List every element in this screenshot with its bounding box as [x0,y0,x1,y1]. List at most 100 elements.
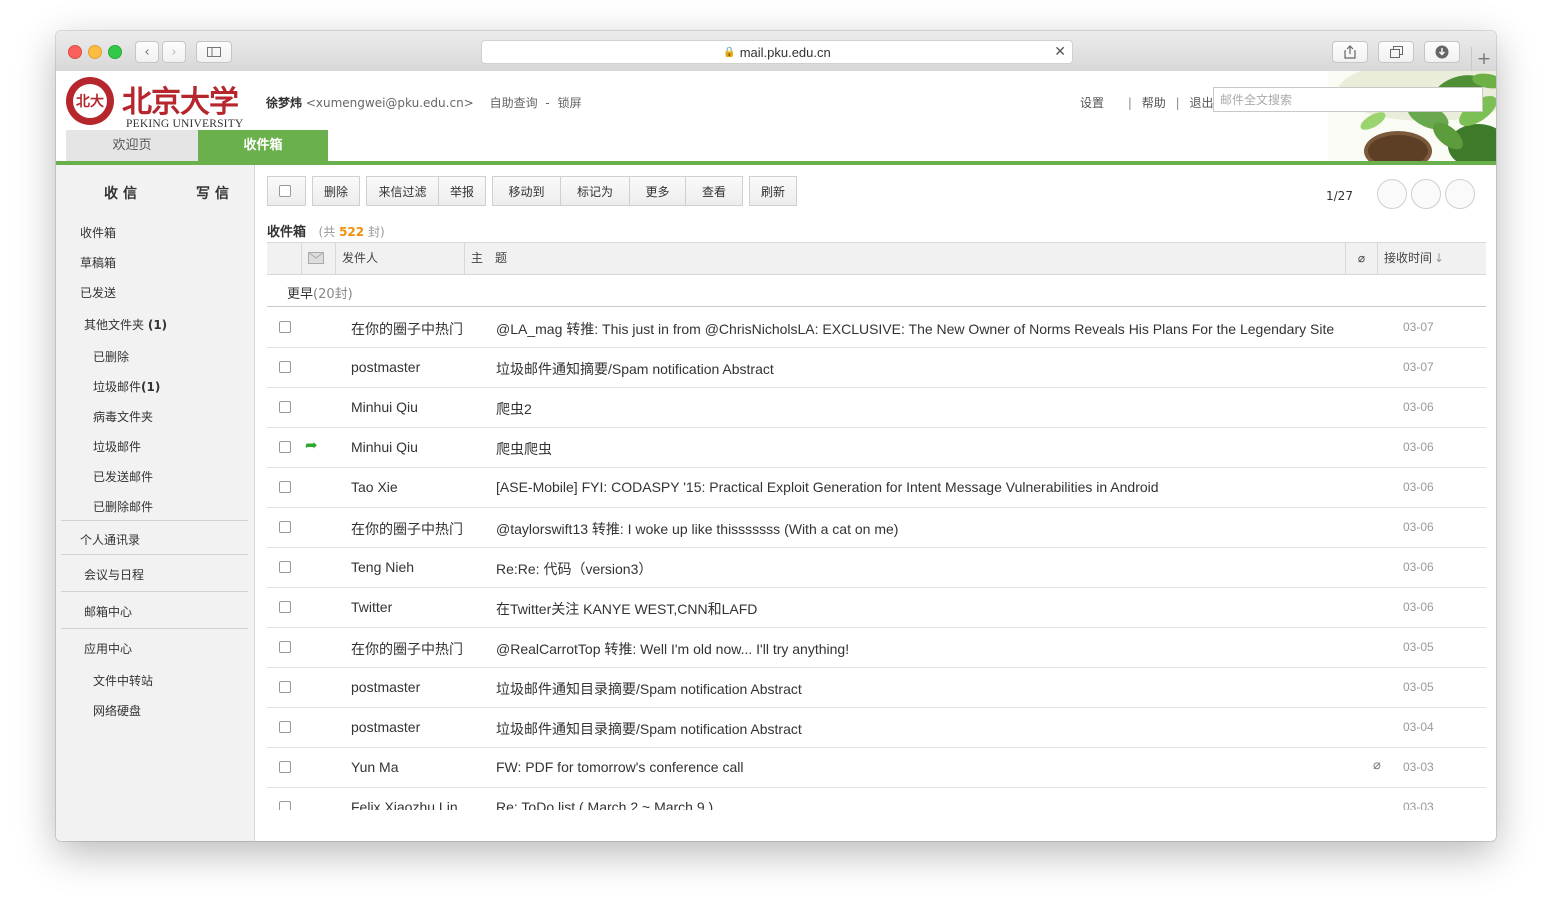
sidebar-item-mail-center[interactable]: 邮箱中心 [84,603,132,620]
subject[interactable]: @LA_mag 转推: This just in from @ChrisNich… [496,319,1334,339]
sidebar-item-drafts[interactable]: 草稿箱 [80,254,116,271]
sidebar-toggle-button[interactable] [196,41,232,63]
filter-button[interactable]: 来信过滤 [366,176,439,206]
row-checkbox[interactable] [279,521,291,533]
table-row[interactable]: postmaster 垃圾邮件通知摘要/Spam notification Ab… [267,347,1486,388]
table-row[interactable]: Tao Xie [ASE-Mobile] FYI: CODASPY '15: P… [267,467,1486,508]
compose-button[interactable]: 写信 [196,183,234,203]
row-checkbox[interactable] [279,321,291,333]
subject[interactable]: @taylorswift13 转推: I woke up like thisss… [496,519,898,539]
first-page-button[interactable] [1377,179,1407,209]
sidebar-item-junk[interactable]: 垃圾邮件(1) [93,378,160,395]
sidebar-item-junk-mail[interactable]: 垃圾邮件 [93,438,141,455]
row-checkbox[interactable] [279,681,291,693]
pku-logo[interactable]: 北大 北京大学 PEKING UNIVERSITY [66,77,246,131]
row-checkbox[interactable] [279,721,291,733]
subject[interactable]: 爬虫爬虫 [496,439,552,459]
sidebar-item-other-folders[interactable]: 其他文件夹 (1) [84,316,167,333]
row-checkbox[interactable] [279,401,291,413]
sidebar-item-calendar[interactable]: 会议与日程 [84,566,144,583]
select-all-checkbox[interactable] [267,176,306,206]
sender-column-header[interactable]: 发件人 [335,243,464,274]
table-row[interactable]: ➦ Minhui Qiu 爬虫爬虫 03-06 [267,427,1486,468]
sidebar-item-file-transfer[interactable]: 文件中转站 [93,672,153,689]
row-checkbox[interactable] [279,761,291,773]
subject[interactable]: 垃圾邮件通知目录摘要/Spam notification Abstract [496,679,802,699]
row-checkbox[interactable] [279,801,291,810]
help-link[interactable]: 帮助 [1142,96,1166,110]
mailbox-name: 收件箱 [267,225,307,240]
minimize-window-button[interactable] [88,45,102,59]
tab-welcome[interactable]: 欢迎页 [66,130,198,161]
more-button[interactable]: 更多 [629,176,686,206]
subject[interactable]: @RealCarrotTop 转推: Well I'm old now... I… [496,639,849,659]
report-button[interactable]: 举报 [438,176,486,206]
sidebar-item-sent[interactable]: 已发送 [80,284,116,301]
logout-link[interactable]: 退出 [1189,96,1213,110]
table-row[interactable]: postmaster 垃圾邮件通知目录摘要/Spam notification … [267,707,1486,748]
view-button[interactable]: 查看 [685,176,743,206]
downloads-button[interactable] [1424,41,1460,63]
stop-loading-icon[interactable]: ✕ [1054,43,1066,60]
read-status-column[interactable] [301,243,335,274]
divider [61,591,248,592]
sidebar-item-netdisk[interactable]: 网络硬盘 [93,702,141,719]
row-checkbox[interactable] [279,641,291,653]
sidebar-item-deleted-mail[interactable]: 已删除邮件 [93,498,153,515]
row-checkbox[interactable] [279,441,291,453]
sidebar-item-app-center[interactable]: 应用中心 [84,640,132,657]
fulltext-search-input[interactable]: 邮件全文搜索 [1213,87,1483,112]
row-checkbox[interactable] [279,481,291,493]
back-button[interactable]: ‹ [135,41,159,63]
next-page-button[interactable] [1445,179,1475,209]
sidebar-item-virus[interactable]: 病毒文件夹 [93,408,153,425]
subject[interactable]: [ASE-Mobile] FYI: CODASPY '15: Practical… [496,479,1159,495]
sidebar-item-contacts[interactable]: 个人通讯录 [80,531,140,548]
delete-button[interactable]: 删除 [312,176,360,206]
row-checkbox[interactable] [279,361,291,373]
move-to-button[interactable]: 移动到 [492,176,561,206]
sidebar-item-inbox[interactable]: 收件箱 [80,224,116,241]
sidebar-item-sent-mail[interactable]: 已发送邮件 [93,468,153,485]
attachment-column[interactable]: ⌀ [1345,243,1377,274]
close-window-button[interactable] [68,45,82,59]
subject-column-header[interactable]: 主 题 [464,243,1345,274]
subject[interactable]: 爬虫2 [496,399,532,419]
table-row[interactable]: postmaster 垃圾邮件通知目录摘要/Spam notification … [267,667,1486,708]
table-row[interactable]: Teng Nieh Re:Re: 代码（version3） 03-06 [267,547,1486,588]
prev-page-button[interactable] [1411,179,1441,209]
new-tab-button[interactable]: + [1471,47,1496,71]
forward-button[interactable]: › [162,41,186,63]
receive-button[interactable]: 收信 [104,183,142,203]
refresh-button[interactable]: 刷新 [749,176,797,206]
settings-link[interactable]: 设置 [1080,96,1104,110]
address-bar[interactable]: 🔒 mail.pku.edu.cn ✕ [481,40,1073,64]
self-query-link[interactable]: 自助查询 [490,96,538,110]
received-date: 03-04 [1403,720,1434,734]
table-row[interactable]: 在你的圈子中热门 @LA_mag 转推: This just in from @… [267,307,1486,348]
lock-screen-link[interactable]: 锁屏 [558,96,582,110]
subject[interactable]: Re:Re: 代码（version3） [496,559,652,579]
table-row[interactable]: Minhui Qiu 爬虫2 03-06 [267,387,1486,428]
subject[interactable]: Re: ToDo list ( March 2 ~ March 9 ) [496,799,713,810]
tabs-overview-button[interactable] [1378,41,1414,63]
row-checkbox[interactable] [279,601,291,613]
received-date: 03-06 [1403,440,1434,454]
zoom-window-button[interactable] [108,45,122,59]
subject[interactable]: 在Twitter关注 KANYE WEST,CNN和LAFD [496,599,757,619]
share-button[interactable] [1332,41,1368,63]
mark-as-button[interactable]: 标记为 [560,176,630,206]
table-row[interactable]: 在你的圈子中热门 @RealCarrotTop 转推: Well I'm old… [267,627,1486,668]
tab-inbox[interactable]: 收件箱 [198,130,328,161]
sidebar-item-deleted[interactable]: 已删除 [93,348,129,365]
table-row[interactable]: Felix Xiaozhu Lin Re: ToDo list ( March … [267,787,1486,810]
table-row[interactable]: Twitter 在Twitter关注 KANYE WEST,CNN和LAFD 0… [267,587,1486,628]
row-checkbox[interactable] [279,561,291,573]
subject[interactable]: 垃圾邮件通知目录摘要/Spam notification Abstract [496,719,802,739]
tabs-icon [1389,46,1403,58]
time-column-header[interactable]: 接收时间 ↓ [1377,243,1486,274]
subject[interactable]: 垃圾邮件通知摘要/Spam notification Abstract [496,359,774,379]
subject[interactable]: FW: PDF for tomorrow's conference call [496,759,743,775]
table-row[interactable]: Yun Ma FW: PDF for tomorrow's conference… [267,747,1486,788]
table-row[interactable]: 在你的圈子中热门 @taylorswift13 转推: I woke up li… [267,507,1486,548]
